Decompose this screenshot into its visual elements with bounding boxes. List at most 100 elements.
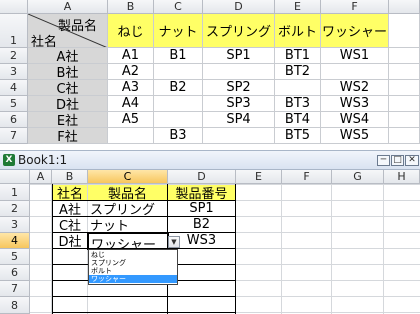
data-cell[interactable]: B3 <box>154 128 203 144</box>
col-header-b[interactable]: B <box>108 0 154 14</box>
data-cell[interactable]: BT2 <box>275 64 321 80</box>
data-cell[interactable] <box>203 64 275 80</box>
data-cell[interactable] <box>275 80 321 96</box>
row-header-1[interactable]: 1 <box>0 14 28 48</box>
dropdown-arrow-button[interactable]: ▼ <box>168 236 180 248</box>
col-header-g[interactable] <box>389 0 420 14</box>
header-cell-washer[interactable]: ワッシャー <box>321 14 389 48</box>
product-number-cell[interactable]: B2 <box>168 217 235 232</box>
empty-cell[interactable] <box>389 64 420 80</box>
dropdown-option-spring[interactable]: スプリング <box>89 259 177 267</box>
data-cell[interactable] <box>154 96 203 112</box>
dropdown-option-neji[interactable]: ねじ <box>89 251 177 259</box>
data-cell[interactable]: WS5 <box>321 128 389 144</box>
product-number-cell[interactable]: SP1 <box>168 201 235 216</box>
data-cell[interactable]: B2 <box>154 80 203 96</box>
data-cell[interactable]: SP1 <box>203 48 275 64</box>
empty-cell[interactable] <box>389 14 420 48</box>
dropdown-list[interactable]: ねじ スプリング ボルト ワッシャー <box>88 249 178 285</box>
data-cell[interactable]: SP4 <box>203 112 275 128</box>
col-header-g[interactable]: G <box>332 170 384 184</box>
header-cell-neji[interactable]: ねじ <box>108 14 154 48</box>
data-cell[interactable]: WS4 <box>321 112 389 128</box>
data-cell[interactable]: B1 <box>154 48 203 64</box>
data-cell[interactable]: WS2 <box>321 80 389 96</box>
active-cell-c4[interactable]: ワッシャー <box>87 232 169 253</box>
col-header-h[interactable]: H <box>384 170 420 184</box>
data-cell[interactable]: A4 <box>108 96 154 112</box>
col-header-c[interactable]: C <box>154 0 203 14</box>
window-title-bar[interactable]: X Book1:1 ─ □ ✕ <box>0 150 420 170</box>
data-cell[interactable] <box>108 128 154 144</box>
product-cell[interactable]: スプリング <box>90 201 167 218</box>
data-cell[interactable]: A2 <box>108 64 154 80</box>
header-cell-nut[interactable]: ナット <box>154 14 203 48</box>
close-button[interactable]: ✕ <box>405 155 419 166</box>
data-cell[interactable]: SP2 <box>203 80 275 96</box>
corner-diagonal-cell[interactable]: 製品名 社名 <box>28 14 108 48</box>
data-cell[interactable] <box>321 64 389 80</box>
data-cell[interactable]: A5 <box>108 112 154 128</box>
col-header-e[interactable]: E <box>275 0 321 14</box>
data-cell[interactable]: WS3 <box>321 96 389 112</box>
data-cell[interactable]: BT3 <box>275 96 321 112</box>
company-cell[interactable]: D社 <box>53 233 87 250</box>
data-cell[interactable]: BT1 <box>275 48 321 64</box>
company-cell[interactable]: D社 <box>28 96 108 112</box>
company-cell[interactable]: A社 <box>53 201 87 218</box>
col-header-c[interactable]: C <box>88 170 168 184</box>
minimize-button[interactable]: ─ <box>377 155 390 166</box>
empty-cell[interactable] <box>389 96 420 112</box>
data-cell[interactable] <box>203 128 275 144</box>
product-cell[interactable]: ナット <box>90 217 167 234</box>
col-header-a[interactable]: A <box>28 0 108 14</box>
data-cell[interactable]: SP3 <box>203 96 275 112</box>
col-header-b[interactable]: B <box>52 170 88 184</box>
header-cell-product[interactable]: 製品名 <box>88 185 167 202</box>
header-cell-bolt[interactable]: ボルト <box>275 14 321 48</box>
row-header-1[interactable]: 1 <box>0 184 30 201</box>
row-header-2[interactable]: 2 <box>0 201 30 217</box>
col-header-a[interactable]: A <box>30 170 52 184</box>
company-cell[interactable]: F社 <box>28 128 108 144</box>
row-header-5[interactable]: 5 <box>0 249 30 265</box>
row-header-3[interactable]: 3 <box>0 64 28 80</box>
col-header-f[interactable]: F <box>282 170 332 184</box>
company-cell[interactable]: C社 <box>28 80 108 96</box>
row-header-4[interactable]: 4 <box>0 80 28 96</box>
data-cell[interactable]: BT5 <box>275 128 321 144</box>
row-header-8[interactable]: 8 <box>0 297 30 314</box>
header-cell-spring[interactable]: スプリング <box>203 14 275 48</box>
row-header-4[interactable]: 4 <box>0 233 30 249</box>
empty-cell[interactable] <box>389 80 420 96</box>
row-header-7[interactable]: 7 <box>0 128 28 144</box>
company-cell[interactable]: B社 <box>28 64 108 80</box>
header-cell-company[interactable]: 社名 <box>53 185 87 202</box>
col-header-d[interactable]: D <box>203 0 275 14</box>
row-header-3[interactable]: 3 <box>0 217 30 233</box>
empty-cell[interactable] <box>389 112 420 128</box>
data-cell[interactable]: WS1 <box>321 48 389 64</box>
data-cell[interactable] <box>154 112 203 128</box>
col-header-d[interactable]: D <box>168 170 236 184</box>
dropdown-option-washer-selected[interactable]: ワッシャー <box>89 275 177 283</box>
select-all-corner[interactable] <box>0 170 30 184</box>
data-cell[interactable]: A1 <box>108 48 154 64</box>
excel-app-icon[interactable]: X <box>3 154 15 166</box>
row-header-6[interactable]: 6 <box>0 265 30 281</box>
row-header-5[interactable]: 5 <box>0 96 28 112</box>
empty-cell[interactable] <box>389 128 420 144</box>
col-header-e[interactable]: E <box>236 170 282 184</box>
row-header-7[interactable]: 7 <box>0 281 30 297</box>
data-cell[interactable] <box>154 64 203 80</box>
maximize-button[interactable]: □ <box>391 155 404 166</box>
row-header-6[interactable]: 6 <box>0 112 28 128</box>
dropdown-option-bolt[interactable]: ボルト <box>89 267 177 275</box>
row-header-2[interactable]: 2 <box>0 48 28 64</box>
company-cell[interactable]: A社 <box>28 48 108 64</box>
data-cell[interactable]: BT4 <box>275 112 321 128</box>
header-cell-product-number[interactable]: 製品番号 <box>168 185 235 202</box>
empty-cell[interactable] <box>389 48 420 64</box>
col-header-f[interactable]: F <box>321 0 389 14</box>
company-cell[interactable]: C社 <box>53 217 87 234</box>
